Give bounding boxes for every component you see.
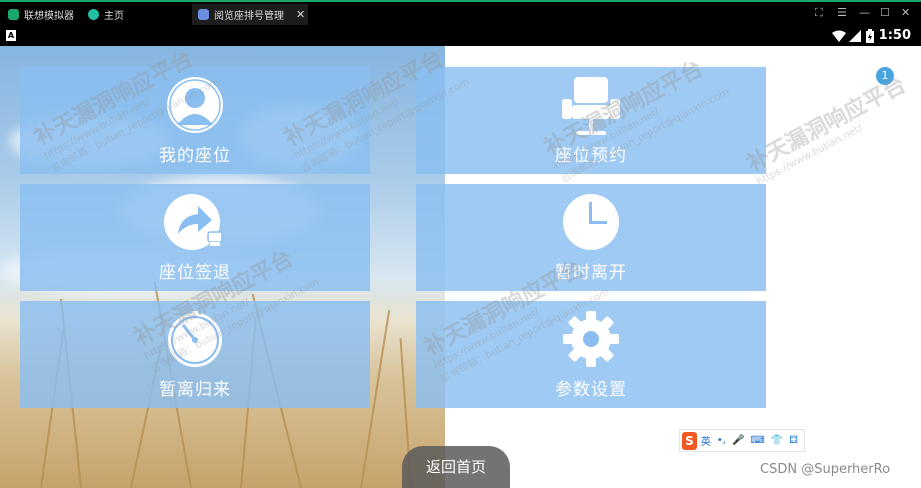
- title-bar-accent: [0, 0, 921, 2]
- ime-toolbar[interactable]: S 英 •, 🎤 ⌨ 👕 ⚃: [679, 429, 805, 452]
- tab-home[interactable]: 主页: [88, 4, 124, 25]
- user-avatar-icon: [167, 77, 223, 133]
- tile-seat-reserve[interactable]: 座位预约: [416, 67, 766, 174]
- tile-label: 暂离归来: [159, 380, 231, 400]
- chair-icon: [562, 77, 620, 135]
- gear-icon: [563, 311, 619, 367]
- tile-label: 座位预约: [555, 146, 627, 166]
- overlay-watermark: 补天漏洞响应平台 https://www.butian.net/: [743, 72, 911, 188]
- app-screen: 我的座位 座位预约 座位签退 暂时离开 暂离归来 参数设置 1 补天漏洞响应平台…: [0, 46, 921, 488]
- tab-label: 联想模拟器: [24, 11, 74, 22]
- tile-label: 座位签退: [159, 263, 231, 283]
- tile-label: 我的座位: [159, 146, 231, 166]
- toolbox-icon[interactable]: ⚃: [789, 435, 798, 446]
- emulator-logo-icon: [8, 9, 19, 20]
- tile-my-seat[interactable]: 我的座位: [20, 67, 370, 174]
- notification-badge[interactable]: 1: [876, 67, 894, 85]
- notification-app-icon: A: [6, 30, 16, 41]
- emulator-title-bar: 联想模拟器 主页 阅览座排号管理 ✕ ⛶ ☰ — ☐ ✕: [0, 0, 921, 27]
- ime-lang-toggle[interactable]: 英: [701, 433, 711, 448]
- tile-temp-leave[interactable]: 暂时离开: [416, 184, 766, 291]
- tab-close-icon[interactable]: ✕: [296, 8, 305, 21]
- stopwatch-icon: [168, 311, 222, 367]
- tile-temp-return[interactable]: 暂离归来: [20, 301, 370, 408]
- minimize-icon[interactable]: —: [859, 6, 870, 19]
- menu-icon[interactable]: ☰: [837, 6, 847, 19]
- tab-reading-room[interactable]: 阅览座排号管理 ✕: [192, 4, 308, 25]
- wifi-icon: [832, 30, 846, 42]
- reading-room-app-icon: [198, 9, 209, 20]
- keyboard-icon[interactable]: ⌨: [750, 435, 764, 446]
- sogou-logo-icon[interactable]: S: [682, 431, 697, 450]
- share-arrow-icon: [164, 194, 223, 250]
- home-app-icon: [88, 9, 99, 20]
- tab-emulator[interactable]: 联想模拟器: [8, 4, 74, 25]
- tab-label: 阅览座排号管理: [214, 11, 284, 22]
- battery-icon: [866, 29, 874, 43]
- fullscreen-icon[interactable]: ⛶: [815, 6, 823, 20]
- close-window-icon[interactable]: ✕: [901, 6, 910, 19]
- tab-label: 主页: [104, 11, 124, 22]
- skin-icon[interactable]: 👕: [771, 435, 783, 446]
- clock-time: 1:50: [878, 28, 911, 43]
- android-status-bar: A 1:50: [0, 27, 921, 46]
- tile-label: 参数设置: [555, 380, 627, 400]
- tile-label: 暂时离开: [555, 263, 627, 283]
- signal-icon: [849, 30, 861, 42]
- punctuation-icon[interactable]: •,: [717, 435, 726, 446]
- microphone-icon[interactable]: 🎤: [732, 435, 744, 446]
- maximize-icon[interactable]: ☐: [880, 6, 890, 19]
- clock-icon: [563, 194, 619, 250]
- csdn-watermark: CSDN @SuperherRo: [760, 462, 891, 477]
- tile-settings[interactable]: 参数设置: [416, 301, 766, 408]
- tile-seat-checkout[interactable]: 座位签退: [20, 184, 370, 291]
- back-to-home-button[interactable]: 返回首页: [402, 446, 510, 488]
